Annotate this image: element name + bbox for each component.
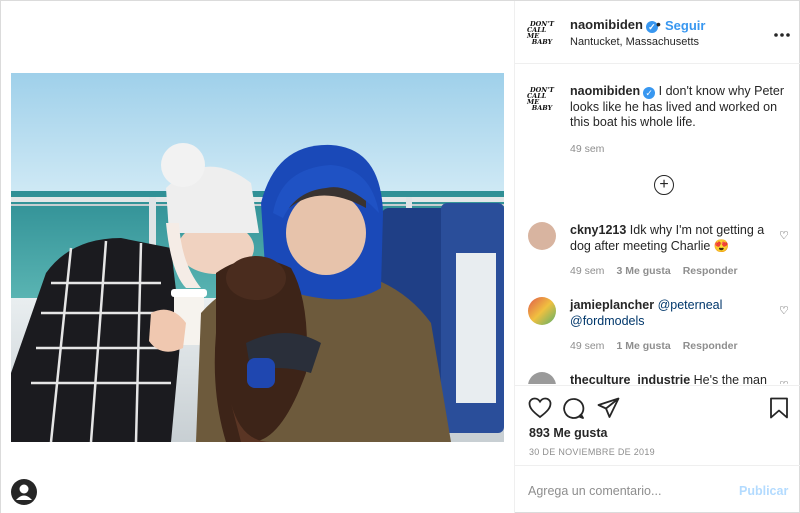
tagged-user-icon[interactable] (11, 479, 37, 505)
post-photo[interactable] (11, 73, 504, 442)
mention-link[interactable]: @fordmodels (570, 314, 645, 328)
comment-likes[interactable]: 1 Me gusta (616, 340, 670, 352)
bookmark-icon[interactable] (769, 397, 789, 422)
more-options-icon[interactable] (773, 25, 791, 42)
reply-button[interactable]: Responder (683, 340, 738, 352)
caption-username[interactable]: naomibiden (570, 84, 640, 98)
paper-plane-icon[interactable] (597, 397, 620, 422)
comment-text: ckny1213 Idk why I'm not getting a dog a… (570, 223, 770, 254)
publish-button[interactable]: Publicar (739, 484, 788, 498)
plus-circle-icon[interactable]: + (654, 175, 674, 195)
comment-likes[interactable]: 3 Me gusta (616, 265, 670, 277)
comment-username[interactable]: ckny1213 (570, 223, 626, 237)
username-text[interactable]: naomibiden (570, 17, 643, 32)
comment-username[interactable]: theculture_industrie (570, 373, 690, 384)
follow-button[interactable]: Seguir (665, 18, 705, 33)
caption-avatar[interactable]: DON'T CALL ME BABY (527, 84, 557, 114)
comment-text: jamieplancher @peterneal @fordmodels (570, 298, 770, 329)
comment-time[interactable]: 49 sem (570, 340, 604, 352)
media-area (1, 1, 514, 513)
reply-button[interactable]: Responder (683, 265, 738, 277)
post-header: DON'T CALL ME BABY naomibiden ✓ • Seguir … (515, 1, 800, 64)
profile-avatar[interactable]: DON'T CALL ME BABY (527, 18, 557, 48)
post-actions: 893 Me gusta 30 DE NOVIEMBRE DE 2019 (515, 385, 800, 465)
heart-icon[interactable] (528, 397, 552, 422)
post-panel: DON'T CALL ME BABY naomibiden ✓ • Seguir … (514, 1, 800, 513)
comment-username[interactable]: jamieplancher (570, 298, 654, 312)
comment-text: theculture_industrie He's the man (570, 373, 770, 384)
comment-box: Publicar (515, 465, 800, 513)
comment-avatar[interactable] (528, 297, 556, 325)
comment-heart-icon[interactable]: ♡ (779, 304, 789, 317)
avatar-logo-line: BABY (531, 104, 553, 112)
comment-heart-icon[interactable]: ♡ (779, 379, 789, 384)
comment-input[interactable] (528, 480, 728, 502)
likes-count[interactable]: 893 Me gusta (529, 426, 608, 440)
post-date[interactable]: 30 DE NOVIEMBRE DE 2019 (529, 447, 655, 457)
comment-meta: 49 sem 1 Me gusta Responder (570, 340, 738, 352)
avatar-logo-line: BABY (531, 38, 553, 46)
location-link[interactable]: Nantucket, Massachusetts (570, 36, 699, 48)
header-username[interactable]: naomibiden ✓ (570, 17, 658, 33)
comments-list[interactable]: DON'T CALL ME BABY naomibiden ✓ I don't k… (515, 65, 800, 384)
separator-dot: • (656, 16, 661, 32)
instagram-post: DON'T CALL ME BABY naomibiden ✓ • Seguir … (0, 0, 800, 513)
caption-text: naomibiden ✓ I don't know why Peter looks… (570, 84, 790, 131)
comment-meta: 49 sem 3 Me gusta Responder (570, 265, 738, 277)
mention-link[interactable]: @peterneal (658, 298, 723, 312)
comment-avatar[interactable] (528, 222, 556, 250)
caption-time[interactable]: 49 sem (570, 143, 604, 155)
comment-avatar[interactable] (528, 372, 556, 384)
comment-icon[interactable] (562, 397, 585, 423)
verified-badge-icon: ✓ (643, 87, 656, 99)
comment-heart-icon[interactable]: ♡ (779, 229, 789, 242)
comment-time[interactable]: 49 sem (570, 265, 604, 277)
comment-body: He's the man (693, 373, 767, 384)
